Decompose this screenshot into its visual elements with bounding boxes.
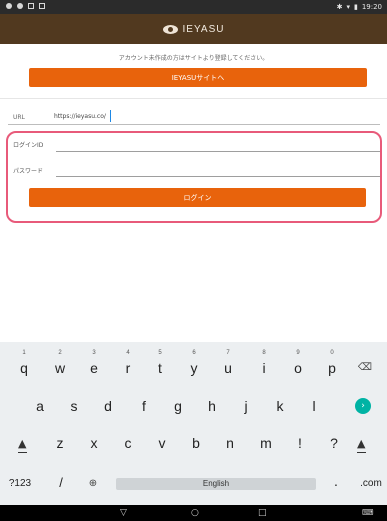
ieyasu-logo-icon [162,24,178,34]
key-o[interactable]: 9o [288,350,308,378]
notification-icon [6,3,12,9]
go-arrow-icon[interactable]: › [355,398,371,414]
notification-icon [17,3,23,9]
key-y[interactable]: 6y [184,350,204,378]
key-f[interactable]: f [134,397,154,416]
keyboard-switch-icon[interactable]: ⌨ [362,507,374,519]
status-bar-left [6,3,45,9]
key-c[interactable]: c [118,434,138,453]
key-s[interactable]: s [64,397,84,416]
key-t[interactable]: 5t [150,350,170,378]
status-bar: ✱ ▾ ▮ 19:20 [0,0,387,14]
text-caret [110,110,111,122]
key-k[interactable]: k [270,397,290,416]
sd-card-icon [39,3,45,9]
app-logo-text: IEYASU [182,23,225,35]
symbols-key[interactable]: ?123 [8,476,32,492]
shift-underline [18,452,27,453]
shift-icon[interactable]: ▲ [357,437,365,450]
bluetooth-icon: ✱ [336,3,343,11]
url-input[interactable]: https://ieyasu.co/ [54,113,106,120]
key-r[interactable]: 4r [118,350,138,378]
key-h[interactable]: h [202,397,222,416]
home-icon[interactable]: ○ [191,507,199,519]
wifi-icon: ▾ [346,3,350,11]
app-header: IEYASU [0,14,387,44]
key-i[interactable]: 8i [254,350,274,378]
back-icon[interactable]: ▽ [120,507,127,519]
recents-icon[interactable]: □ [258,507,267,519]
battery-icon: ▮ [353,3,358,11]
url-underline [8,124,380,125]
soft-keyboard: 1q 2w 3e 4r 5t 6y 7u 8i 9o 0p ⌫ a s d f … [0,342,387,505]
status-time: 19:20 [361,3,382,11]
key-a[interactable]: a [30,397,50,416]
key-u[interactable]: 7u [218,350,238,378]
key-m[interactable]: m [256,434,276,453]
password-label: パスワード [13,168,44,175]
globe-icon[interactable]: ⊕ [86,476,100,492]
key-j[interactable]: j [236,397,256,416]
space-key[interactable]: English [116,478,316,490]
navigation-bar: ▽ ○ □ ⌨ [0,505,387,521]
key-question[interactable]: ? [324,434,344,453]
login-id-input[interactable] [56,151,380,152]
key-b[interactable]: b [186,434,206,453]
key-slash[interactable]: / [54,474,68,492]
shift-underline [357,452,366,453]
key-v[interactable]: v [152,434,172,453]
status-bar-right: ✱ ▾ ▮ 19:20 [337,2,382,12]
key-z[interactable]: z [50,434,70,453]
key-x[interactable]: x [84,434,104,453]
backspace-icon[interactable]: ⌫ [355,359,375,377]
key-q[interactable]: 1q [14,350,34,378]
login-id-label: ログインID [13,142,44,149]
password-input[interactable] [56,176,380,177]
key-e[interactable]: 3e [84,350,104,378]
shift-icon[interactable]: ▲ [18,437,26,450]
key-d[interactable]: d [98,397,118,416]
key-exclamation[interactable]: ! [290,434,310,453]
key-dotcom[interactable]: .com [358,476,384,492]
screenshot-icon [28,3,34,9]
key-period[interactable]: . [330,472,342,490]
url-label: URL [13,114,25,121]
section-divider [0,98,387,99]
signup-note: アカウント未作成の方はサイトより登録してください。 [118,55,269,62]
key-p[interactable]: 0p [322,350,342,378]
key-w[interactable]: 2w [50,350,70,378]
key-n[interactable]: n [220,434,240,453]
key-l[interactable]: l [304,397,324,416]
login-button[interactable]: ログイン [29,188,366,207]
key-g[interactable]: g [168,397,188,416]
ieyasu-site-button[interactable]: IEYASUサイトへ [29,68,367,87]
login-form-highlight [6,131,382,223]
